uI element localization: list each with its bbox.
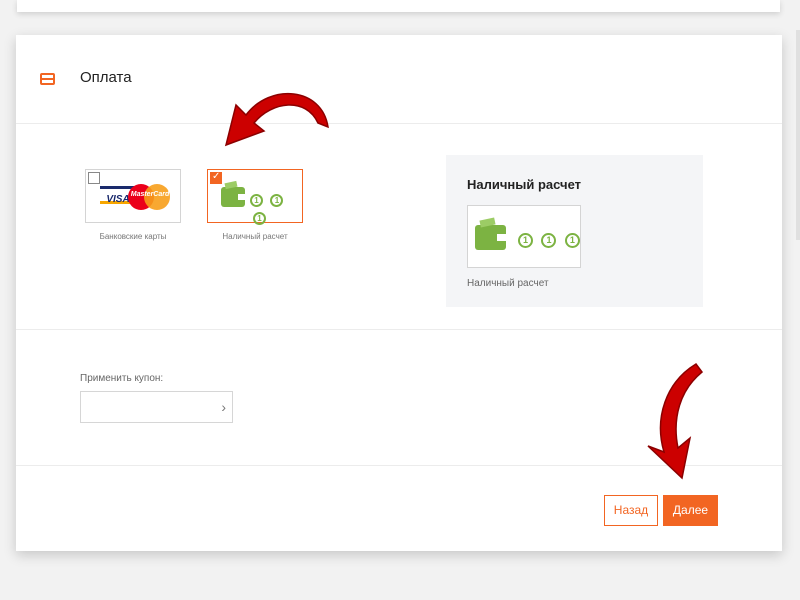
method-label: Банковские карты: [99, 232, 167, 241]
curved-arrow-icon: [224, 93, 329, 147]
section-title: Оплата: [80, 69, 132, 86]
method-label: Наличный расчет: [222, 232, 288, 241]
cash-method-image: 1 1 1: [467, 205, 581, 268]
divider: [16, 123, 782, 124]
wallet-icon: [221, 180, 245, 207]
coins-icon: 1 1 1: [518, 230, 580, 248]
previous-card-edge: [17, 0, 780, 12]
checkbox[interactable]: ✓: [210, 171, 222, 184]
panel-title: Наличный расчет: [467, 177, 582, 192]
checkbox[interactable]: [88, 172, 100, 184]
scrollbar-edge: [796, 30, 800, 240]
curved-arrow-icon: [647, 363, 704, 480]
panel-method-label: Наличный расчет: [467, 278, 549, 289]
wallet-icon: [475, 217, 506, 250]
next-button[interactable]: Далее: [663, 495, 718, 526]
payment-method-cash[interactable]: ✓ 1 1 1: [207, 169, 303, 226]
mastercard-logo: MasterCard: [128, 184, 172, 210]
divider: [16, 329, 782, 330]
coupon-input[interactable]: ›: [80, 391, 233, 423]
payment-method-bank-cards[interactable]: VISA MasterCard: [85, 169, 181, 223]
chevron-right-icon[interactable]: ›: [221, 399, 226, 415]
coins-icon: 1 1 1: [250, 190, 302, 226]
selected-method-panel: Наличный расчет 1 1 1 Наличный расчет: [446, 155, 703, 307]
back-button[interactable]: Назад: [604, 495, 658, 526]
card-icon: [40, 73, 55, 85]
coupon-label: Применить купон:: [80, 373, 164, 384]
